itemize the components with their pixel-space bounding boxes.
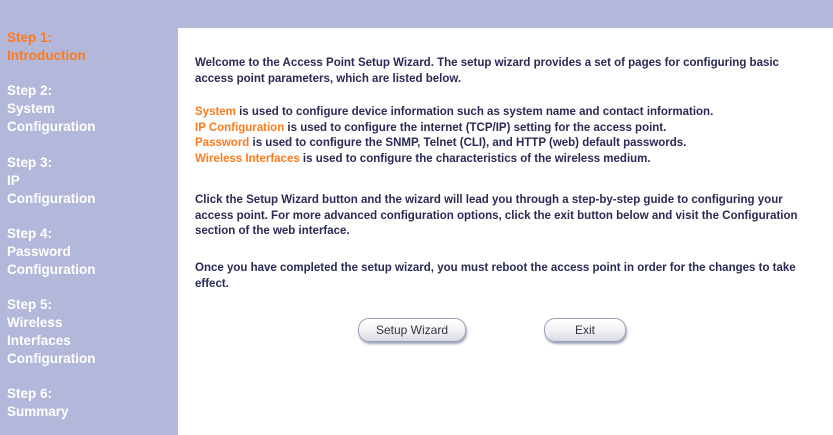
wizard-content-panel: Welcome to the Access Point Setup Wizard… [178,28,833,435]
wizard-step-sidebar: Step 1: Introduction Step 2: System Conf… [0,0,178,435]
step-4-title-line-1: Password [7,244,71,259]
desc-ip-configuration: is used to configure the internet (TCP/I… [284,121,667,134]
list-item-system: System is used to configure device infor… [195,105,820,121]
step-1-title: Introduction [7,48,86,63]
list-item-wireless-interfaces: Wireless Interfaces is used to configure… [195,152,820,168]
term-password: Password [195,137,250,149]
instructions-paragraph: Click the Setup Wizard button and the wi… [195,194,798,237]
step-5-title-line-3: Configuration [7,351,96,366]
term-wireless-interfaces: Wireless Interfaces [195,152,300,165]
step-3-title-line-2: Configuration [7,191,96,206]
desc-wireless-interfaces: is used to configure the characteristics… [299,152,651,165]
step-1-introduction[interactable]: Step 1: Introduction [7,29,86,65]
step-3-title-line-1: IP [7,173,20,188]
step-6-summary[interactable]: Step 6: Summary [7,385,69,421]
term-system: System [195,106,236,118]
exit-button[interactable]: Exit [544,318,626,342]
term-ip-configuration: IP Configuration [195,121,285,134]
welcome-paragraph: Welcome to the Access Point Setup Wizard… [195,57,779,85]
list-item-password: Password is used to configure the SNMP, … [195,136,820,152]
step-2-system-configuration[interactable]: Step 2: System Configuration [7,82,95,136]
step-2-title-line-1: System [7,101,56,116]
parameter-list: System is used to configure device infor… [195,105,820,167]
step-5-title-line-2: Interfaces [7,333,71,348]
step-4-password-configuration[interactable]: Step 4: Password Configuration [7,225,95,279]
step-3-label: Step 3: [7,155,53,170]
step-4-title-line-2: Configuration [7,262,96,277]
step-4-label: Step 4: [7,226,53,241]
step-2-title-line-2: Configuration [7,119,96,134]
desc-system: is used to configure device information … [235,106,714,118]
setup-wizard-button[interactable]: Setup Wizard [358,318,466,342]
step-5-wireless-interfaces-configuration[interactable]: Step 5: Wireless Interfaces Configuratio… [7,296,95,368]
reboot-note: Once you have completed the setup wizard… [195,262,796,290]
desc-password: is used to configure the SNMP, Telnet (C… [249,137,687,149]
step-5-label: Step 5: [7,297,53,312]
step-6-title: Summary [7,404,69,419]
list-item-ip-configuration: IP Configuration is used to configure th… [195,121,820,137]
step-6-label: Step 6: [7,386,53,401]
step-5-title-line-1: Wireless [7,315,63,330]
step-2-label: Step 2: [7,83,53,98]
step-1-label: Step 1: [7,30,53,45]
step-3-ip-configuration[interactable]: Step 3: IP Configuration [7,154,95,208]
